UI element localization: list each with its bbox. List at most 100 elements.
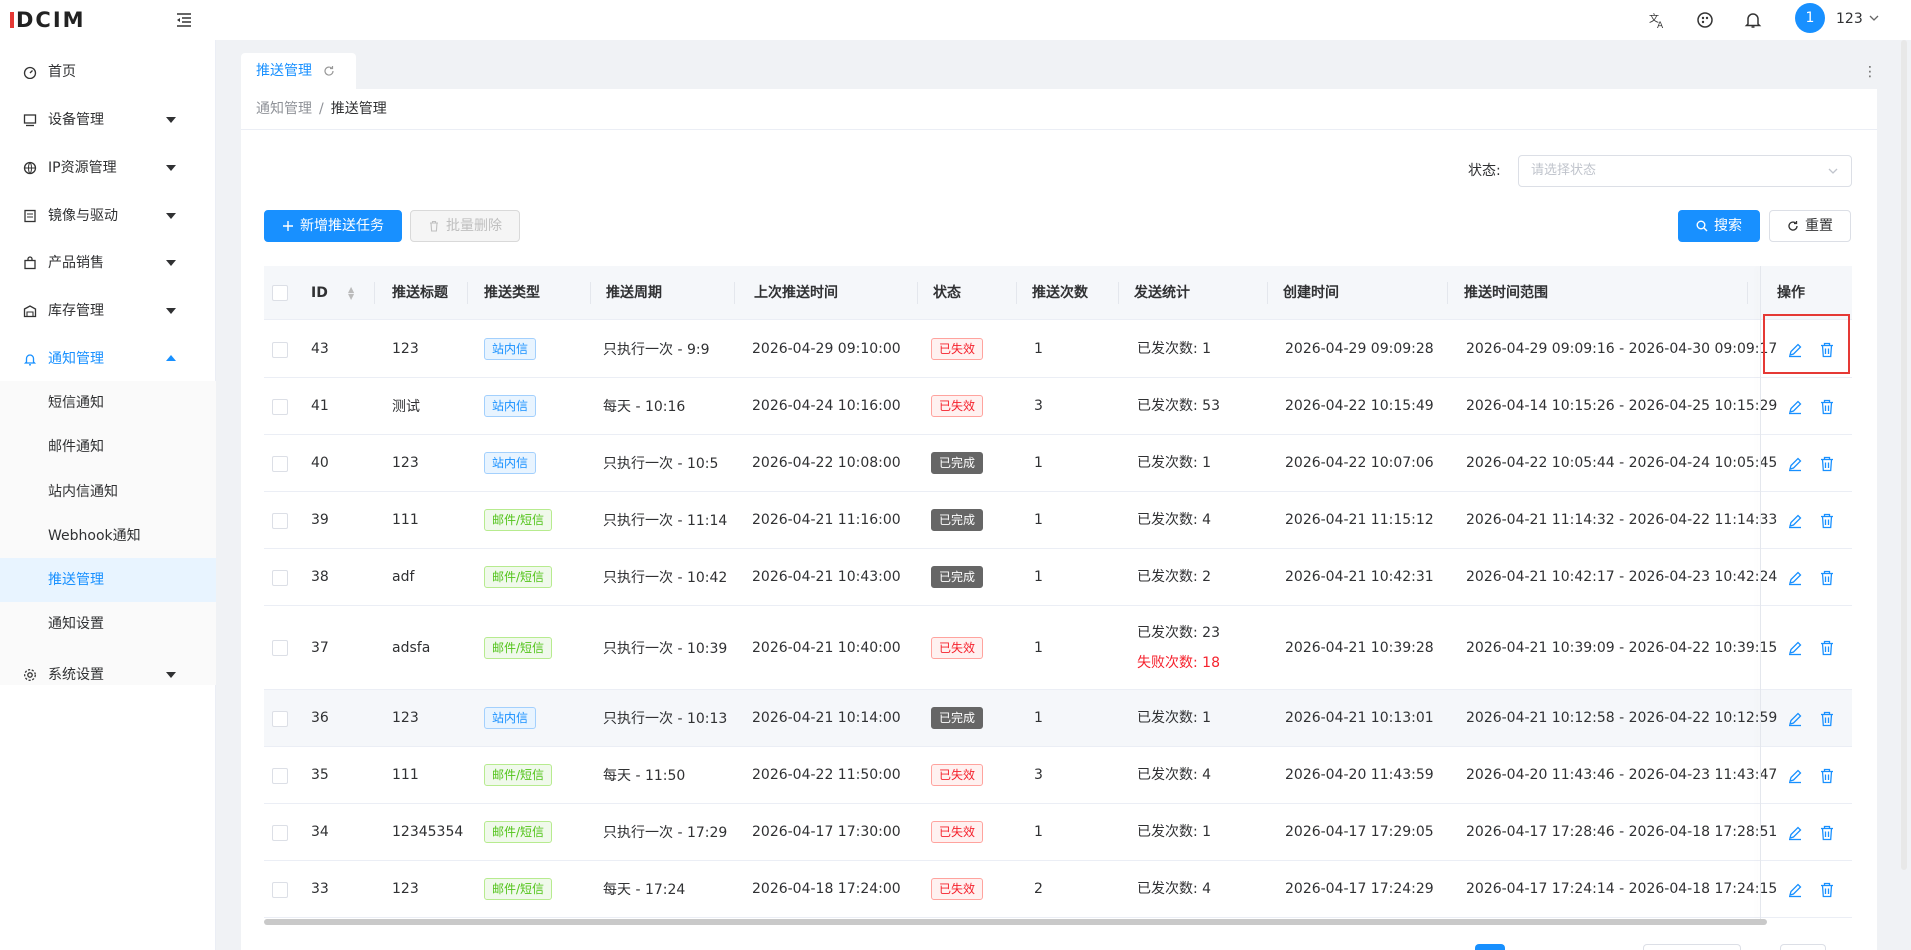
edit-icon[interactable] (1786, 767, 1804, 785)
translate-icon[interactable]: 文A (1647, 10, 1667, 30)
table-row[interactable]: 34 12345354 邮件/短信 只执行一次 - 17:29 2026-04-17 1… (264, 804, 1852, 861)
table-row[interactable]: 35 111 邮件/短信 每天 - 11:50 2026-04-22 11:50:00 已… (264, 747, 1852, 804)
edit-icon[interactable] (1786, 398, 1804, 416)
cell-id: 37 (311, 639, 329, 656)
table-row[interactable]: 36 123 站内信 只执行一次 - 10:13 2026-04-21 10:14:00… (264, 690, 1852, 747)
send-stat: 已发次数: 1 (1137, 341, 1212, 357)
row-checkbox[interactable] (272, 881, 288, 898)
refresh-icon[interactable] (323, 65, 335, 77)
app-logo[interactable]: DCIM (10, 8, 86, 32)
cell-status: 已完成 (931, 435, 984, 491)
row-checkbox[interactable] (272, 640, 288, 656)
sidebar-item-4[interactable]: 产品销售 (0, 241, 216, 285)
column-header: 推送类型 (484, 285, 540, 301)
sidebar-item-5[interactable]: 库存管理 (0, 289, 216, 333)
pagination-jumper[interactable] (1780, 944, 1826, 950)
add-push-task-button[interactable]: 新增推送任务 (264, 210, 402, 242)
delete-icon[interactable] (1818, 767, 1836, 785)
table-row[interactable]: 37 adsfa 邮件/短信 只执行一次 - 10:39 2026-04-21 10:4… (264, 606, 1852, 690)
status-select[interactable]: 请选择状态 (1518, 155, 1852, 187)
cell-status: 已失效 (931, 321, 984, 377)
edit-icon[interactable] (1786, 455, 1804, 473)
refresh-icon (1788, 221, 1798, 231)
trash-icon (430, 220, 438, 232)
row-checkbox[interactable] (272, 710, 288, 727)
tab-push-management[interactable]: 推送管理 (241, 53, 356, 89)
table-row[interactable]: 40 123 站内信 只执行一次 - 10:5 2026-04-22 10:08:00 已… (264, 435, 1852, 492)
table-row[interactable]: 43 123 站内信 只执行一次 - 9:9 2026-04-29 09:10:00 已失… (264, 321, 1852, 378)
cell-type: 站内信 (484, 321, 537, 377)
more-options-icon[interactable]: ⋮ (1863, 62, 1877, 82)
search-button[interactable]: 搜索 (1678, 210, 1760, 242)
delete-icon[interactable] (1818, 881, 1836, 899)
row-checkbox[interactable] (272, 512, 288, 529)
edit-icon[interactable] (1786, 512, 1804, 530)
delete-icon[interactable] (1818, 398, 1836, 416)
bell-icon[interactable] (1743, 10, 1763, 30)
sidebar-item-1[interactable]: 设备管理 (0, 98, 216, 142)
column-separator (1118, 282, 1119, 304)
delete-icon[interactable] (1818, 639, 1836, 657)
status-tag: 已失效 (931, 636, 984, 659)
select-all-checkbox[interactable] (272, 285, 288, 301)
username[interactable]: 123 (1836, 11, 1863, 27)
delete-icon[interactable] (1818, 455, 1836, 473)
sidebar-item-3[interactable]: 镜像与驱动 (0, 194, 216, 238)
edit-icon[interactable] (1786, 639, 1804, 657)
edit-icon[interactable] (1786, 569, 1804, 587)
cell-title: 123 (392, 710, 419, 726)
vertical-scrollbar[interactable] (1901, 40, 1907, 870)
add-push-task-label: 新增推送任务 (300, 218, 384, 234)
pagination-size-select[interactable] (1643, 944, 1741, 950)
user-avatar[interactable]: 1 (1795, 3, 1825, 33)
reset-button[interactable]: 重置 (1769, 210, 1851, 242)
row-checkbox[interactable] (272, 767, 288, 784)
menu-collapse-icon[interactable] (174, 10, 194, 30)
breadcrumb-parent[interactable]: 通知管理 (256, 101, 312, 117)
sidebar-subitem-label: 推送管理 (48, 572, 104, 588)
sidebar-subitem-4[interactable]: 推送管理 (0, 558, 216, 602)
sidebar-subitem-3[interactable]: Webhook通知 (0, 514, 216, 558)
row-checkbox[interactable] (272, 341, 288, 358)
row-checkbox[interactable] (272, 569, 288, 586)
delete-icon[interactable] (1818, 710, 1836, 728)
sidebar-item-0[interactable]: 首页 (0, 50, 216, 94)
status-tag: 已完成 (931, 566, 984, 588)
sidebar-subitem-5[interactable]: 通知设置 (0, 602, 216, 646)
sidebar-item-2[interactable]: IP资源管理 (0, 146, 216, 190)
sidebar-subitem-0[interactable]: 短信通知 (0, 381, 216, 425)
sidebar-item-6[interactable]: 通知管理 (0, 337, 216, 381)
chevron-down-icon[interactable] (1868, 12, 1880, 24)
sidebar-subitem-2[interactable]: 站内信通知 (0, 470, 216, 514)
delete-icon[interactable] (1818, 824, 1836, 842)
cell-last-push: 2026-04-21 10:14:00 (752, 710, 901, 726)
send-stat: 已发次数: 4 (1137, 767, 1212, 783)
horizontal-scrollbar[interactable] (264, 919, 1767, 925)
theme-icon[interactable] (1695, 10, 1715, 30)
table-row[interactable]: 41 测试 站内信 每天 - 10:16 2026-04-24 10:16:00 已失效 3… (264, 378, 1852, 435)
pagination-current[interactable] (1475, 944, 1505, 950)
row-checkbox[interactable] (272, 455, 288, 472)
table-row[interactable]: 33 123 邮件/短信 每天 - 17:24 2026-04-18 17:24:00 已… (264, 861, 1852, 918)
edit-icon[interactable] (1786, 710, 1804, 728)
type-tag: 站内信 (484, 395, 537, 417)
table-row[interactable]: 38 adf 邮件/短信 只执行一次 - 10:42 2026-04-21 10:43:… (264, 549, 1852, 606)
status-tag: 已失效 (931, 764, 984, 786)
edit-icon[interactable] (1786, 881, 1804, 899)
sort-icon[interactable]: ▲ ▼ (348, 286, 354, 301)
cell-range: 2026-04-21 10:42:17 - 2026-04-23 10:42:2… (1466, 569, 1778, 585)
batch-delete-button[interactable]: 批量删除 (410, 210, 520, 242)
tabs-bar: 推送管理 (241, 53, 1877, 89)
column-header[interactable]: ID (311, 266, 328, 320)
delete-icon[interactable] (1818, 512, 1836, 530)
cell-type: 邮件/短信 (484, 492, 553, 548)
sidebar-item-7[interactable]: 系统设置 (0, 653, 216, 697)
row-checkbox[interactable] (272, 824, 288, 841)
row-checkbox[interactable] (272, 398, 288, 415)
edit-icon[interactable] (1786, 824, 1804, 842)
cell-title: 12345354 (392, 824, 464, 840)
sidebar-subitem-1[interactable]: 邮件通知 (0, 425, 216, 469)
delete-icon[interactable] (1818, 569, 1836, 587)
table-row[interactable]: 39 111 邮件/短信 只执行一次 - 11:14 2026-04-21 11:16:… (264, 492, 1852, 549)
sidebar-item-label: 库存管理 (48, 303, 104, 319)
